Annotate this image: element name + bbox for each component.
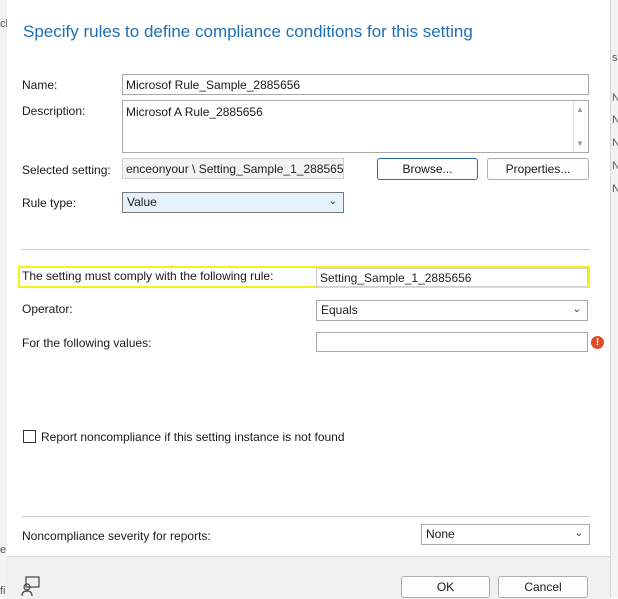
scroll-down-icon[interactable]: ▼ — [576, 139, 584, 148]
section-divider — [22, 249, 590, 250]
operator-label: Operator: — [22, 302, 73, 316]
user-help-icon[interactable] — [20, 576, 42, 597]
selected-setting-field: enceonyour \ Setting_Sample_1_2885656 — [122, 158, 344, 179]
background-text-fragment: se — [612, 52, 618, 64]
background-text-fragment: fi — [0, 585, 6, 597]
operator-select[interactable]: Equals ⌄ — [316, 300, 588, 321]
description-scrollbar[interactable]: ▲ ▼ — [573, 101, 588, 152]
selected-setting-label: Selected setting: — [22, 163, 111, 177]
description-label: Description: — [22, 104, 86, 118]
chevron-down-icon: ⌄ — [328, 196, 337, 207]
section-divider — [22, 516, 590, 517]
operator-value: Equals — [321, 303, 358, 317]
rule-type-select[interactable]: Value ⌄ — [122, 192, 344, 213]
rule-type-label: Rule type: — [22, 196, 77, 210]
comply-rule-field: Setting_Sample_1_2885656 — [316, 268, 588, 287]
chevron-down-icon: ⌄ — [574, 528, 583, 539]
severity-select[interactable]: None ⌄ — [421, 524, 590, 545]
name-label: Name: — [22, 78, 58, 92]
background-text-fragment: e — [0, 544, 7, 556]
background-text-fragment: N — [612, 137, 618, 149]
background-window-right: se N N N N N — [610, 0, 618, 598]
comply-rule-label: The setting must comply with the followi… — [22, 269, 274, 283]
browse-button[interactable]: Browse... — [377, 158, 478, 180]
background-text-fragment: N — [612, 92, 618, 104]
scroll-up-icon[interactable]: ▲ — [576, 105, 584, 114]
background-text-fragment: N — [612, 160, 618, 172]
properties-button[interactable]: Properties... — [487, 158, 589, 180]
dialog-title: Specify rules to define compliance condi… — [23, 22, 473, 41]
severity-value: None — [426, 527, 455, 541]
cancel-button[interactable]: Cancel — [498, 576, 588, 598]
rule-type-value: Value — [127, 195, 157, 209]
report-noncompliance-checkbox[interactable] — [23, 430, 36, 443]
background-text-fragment: N — [612, 114, 618, 126]
report-noncompliance-label: Report noncompliance if this setting ins… — [41, 430, 345, 444]
ok-button[interactable]: OK — [401, 576, 490, 598]
description-text: Microsof A Rule_2885656 — [126, 105, 263, 119]
name-input[interactable]: Microsof Rule_Sample_2885656 — [122, 74, 589, 95]
background-text-fragment: N — [612, 183, 618, 195]
error-icon: ! — [591, 336, 604, 349]
values-label: For the following values: — [22, 336, 152, 350]
chevron-down-icon: ⌄ — [572, 304, 581, 315]
severity-label: Noncompliance severity for reports: — [22, 529, 211, 543]
values-input[interactable] — [316, 332, 588, 352]
description-textarea[interactable]: Microsof A Rule_2885656 — [122, 100, 589, 153]
